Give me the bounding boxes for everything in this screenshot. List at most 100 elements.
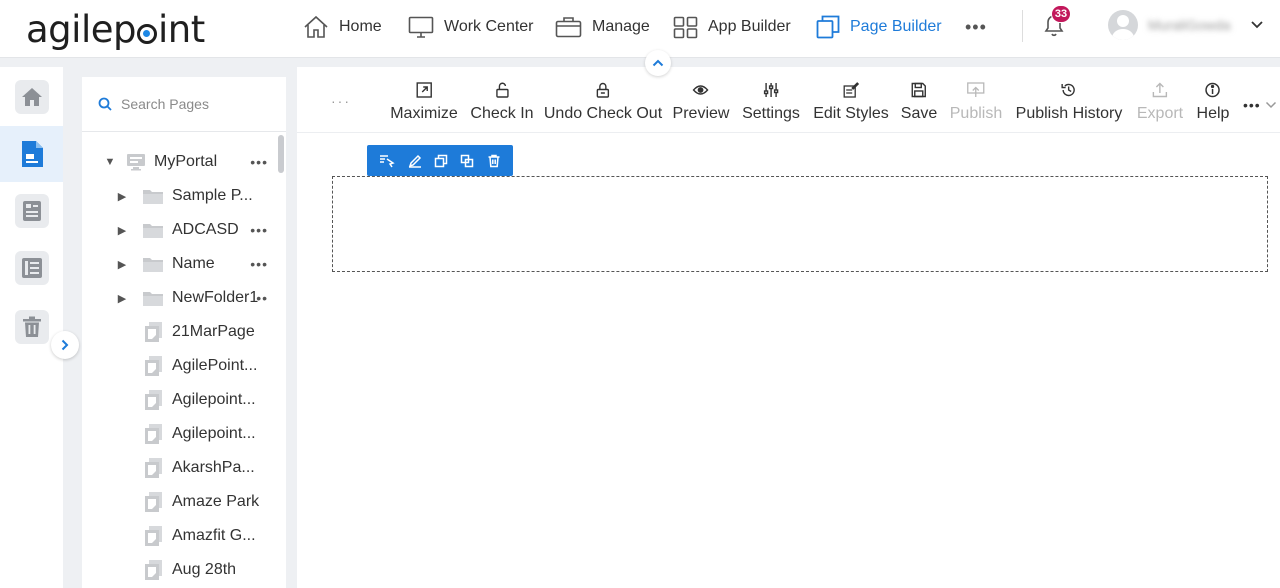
toolbar-undo-check-out-button[interactable]: Undo Check Out	[544, 81, 662, 123]
folder-icon	[143, 292, 163, 306]
toolbar-left-more-button[interactable]: ···	[331, 93, 351, 109]
search-box	[82, 77, 286, 132]
tree-item[interactable]: Amaze Park	[82, 485, 278, 519]
toolbar-publish-button[interactable]: Publish	[950, 81, 1002, 123]
grid-icon	[673, 16, 698, 38]
toolbar-export-button[interactable]: Export	[1137, 81, 1183, 123]
nav-page-builder[interactable]: Page Builder	[814, 0, 944, 54]
tree-item-more-button[interactable]: ••	[256, 290, 268, 306]
tree-item-label: Amaze Park	[172, 493, 260, 510]
sliders-icon	[763, 81, 779, 99]
logo-text-suffix: int	[157, 8, 205, 51]
tree-item[interactable]: Agilepoint...	[82, 417, 278, 451]
chevron-up-icon	[652, 59, 664, 67]
tree-root-myportal[interactable]: ▼ MyPortal •••	[82, 145, 278, 179]
agilepoint-logo[interactable]: agilep int	[26, 8, 205, 51]
nav-group-3: Manage	[553, 0, 652, 54]
delete-icon[interactable]	[487, 154, 501, 168]
page-document-icon	[21, 141, 43, 167]
rail-pages-button[interactable]	[0, 126, 63, 182]
tree-item[interactable]: Amazfit G...	[82, 519, 278, 553]
tree-item[interactable]: ▶ Name •••	[82, 247, 278, 281]
tree-item[interactable]: 21MarPage	[82, 315, 278, 349]
toolbar-settings-button[interactable]: Settings	[742, 81, 800, 123]
search-icon	[98, 97, 112, 111]
toolbar-maximize-button[interactable]: Maximize	[390, 81, 458, 123]
top-header: agilep int Home Work Center Manage App Bu…	[0, 0, 1280, 58]
select-cursor-icon[interactable]	[379, 154, 395, 168]
tree-item[interactable]: ▶ ADCASD •••	[82, 213, 278, 247]
toolbar-edit-styles-button[interactable]: Edit Styles	[813, 81, 889, 123]
tree-item-label: 21MarPage	[172, 323, 255, 340]
tree-scrollbar[interactable]	[278, 135, 284, 173]
layout-list-icon	[14, 194, 49, 228]
page-icon	[145, 424, 162, 444]
toolbar-save-button[interactable]: Save	[901, 81, 937, 123]
duplicate-icon[interactable]	[434, 154, 448, 168]
save-icon	[911, 81, 927, 99]
nav-home[interactable]: Home	[301, 0, 383, 54]
expand-rail-button[interactable]	[51, 331, 79, 359]
rail-home-button[interactable]	[0, 69, 63, 125]
copy-icon[interactable]	[460, 154, 474, 168]
caret-right-icon[interactable]: ▶	[116, 292, 128, 305]
tree-item[interactable]: Aug 28th	[82, 553, 278, 587]
nav-manage[interactable]: Manage	[553, 0, 652, 54]
page-drop-zone[interactable]	[332, 176, 1268, 272]
folder-icon	[143, 224, 163, 238]
toolbar-button-label: Publish History	[1015, 105, 1123, 122]
tree-item[interactable]: ▶ NewFolder1 ••	[82, 281, 278, 315]
unlock-icon	[495, 81, 509, 99]
tree-item[interactable]: AgilePoint...	[82, 349, 278, 383]
tree-item-label: AkarshPa...	[172, 459, 255, 476]
portal-monitor-icon	[127, 154, 145, 171]
search-pages-input[interactable]	[121, 96, 271, 112]
nav-group-2: Work Center	[406, 0, 536, 54]
tree-root-label: MyPortal	[154, 153, 218, 170]
info-icon	[1205, 81, 1221, 99]
user-menu[interactable]: MuraliGowda	[1108, 10, 1264, 40]
toolbar-help-button[interactable]: Help	[1197, 81, 1229, 123]
tree-root-more-button[interactable]: •••	[250, 154, 268, 170]
toolbar-button-label: Save	[900, 105, 938, 122]
collapse-header-button[interactable]	[645, 50, 671, 76]
tree-item-more-button[interactable]: •••	[250, 256, 268, 272]
folder-icon	[143, 190, 163, 204]
briefcase-icon	[555, 17, 582, 38]
caret-right-icon[interactable]: ▶	[116, 190, 128, 203]
page-toolbar: ··· Maximize Check In Undo Check Out Previe…	[297, 67, 1280, 133]
caret-right-icon[interactable]: ▶	[116, 224, 128, 237]
chevron-down-icon	[1251, 21, 1263, 29]
toolbar-publish-history-button[interactable]: Publish History	[1015, 81, 1123, 123]
tree-item-label: Name	[172, 255, 215, 272]
toolbar-preview-button[interactable]: Preview	[673, 81, 729, 123]
tree-item[interactable]: Agilepoint...	[82, 383, 278, 417]
toolbar-button-label: Edit Styles	[813, 105, 889, 122]
rail-templates-button[interactable]	[0, 183, 63, 239]
tree-item[interactable]: ▶ Sample P...	[82, 179, 278, 213]
home-filled-icon	[14, 80, 49, 114]
caret-down-icon[interactable]: ▼	[104, 156, 116, 168]
toolbar-button-label: Settings	[742, 105, 800, 122]
edit-pencil-icon[interactable]	[408, 154, 422, 168]
nav-work-center[interactable]: Work Center	[406, 0, 536, 54]
tree-item-more-button[interactable]: •••	[250, 222, 268, 238]
toolbar-overflow-button[interactable]: •••	[1243, 97, 1277, 113]
copy-pages-icon	[816, 15, 840, 39]
nav-app-builder[interactable]: App Builder	[671, 0, 793, 54]
user-name: MuraliGowda	[1148, 17, 1231, 33]
page-canvas: ··· Maximize Check In Undo Check Out Previe…	[297, 67, 1280, 588]
nav-page-builder-label: Page Builder	[850, 18, 942, 35]
toolbar-button-label: Check In	[470, 105, 534, 122]
trash-icon	[14, 310, 49, 344]
rail-layouts-button[interactable]	[0, 240, 63, 296]
tree-item[interactable]: AkarshPa...	[82, 451, 278, 485]
nav-more-button[interactable]: •••	[963, 0, 989, 54]
nav-more-label: •••	[965, 16, 987, 37]
notification-count-badge: 33	[1051, 5, 1071, 23]
folder-icon	[143, 258, 163, 272]
page-icon	[145, 560, 162, 580]
tree-item-label: NewFolder1	[172, 289, 259, 306]
toolbar-check-in-button[interactable]: Check In	[470, 81, 534, 123]
caret-right-icon[interactable]: ▶	[116, 258, 128, 271]
